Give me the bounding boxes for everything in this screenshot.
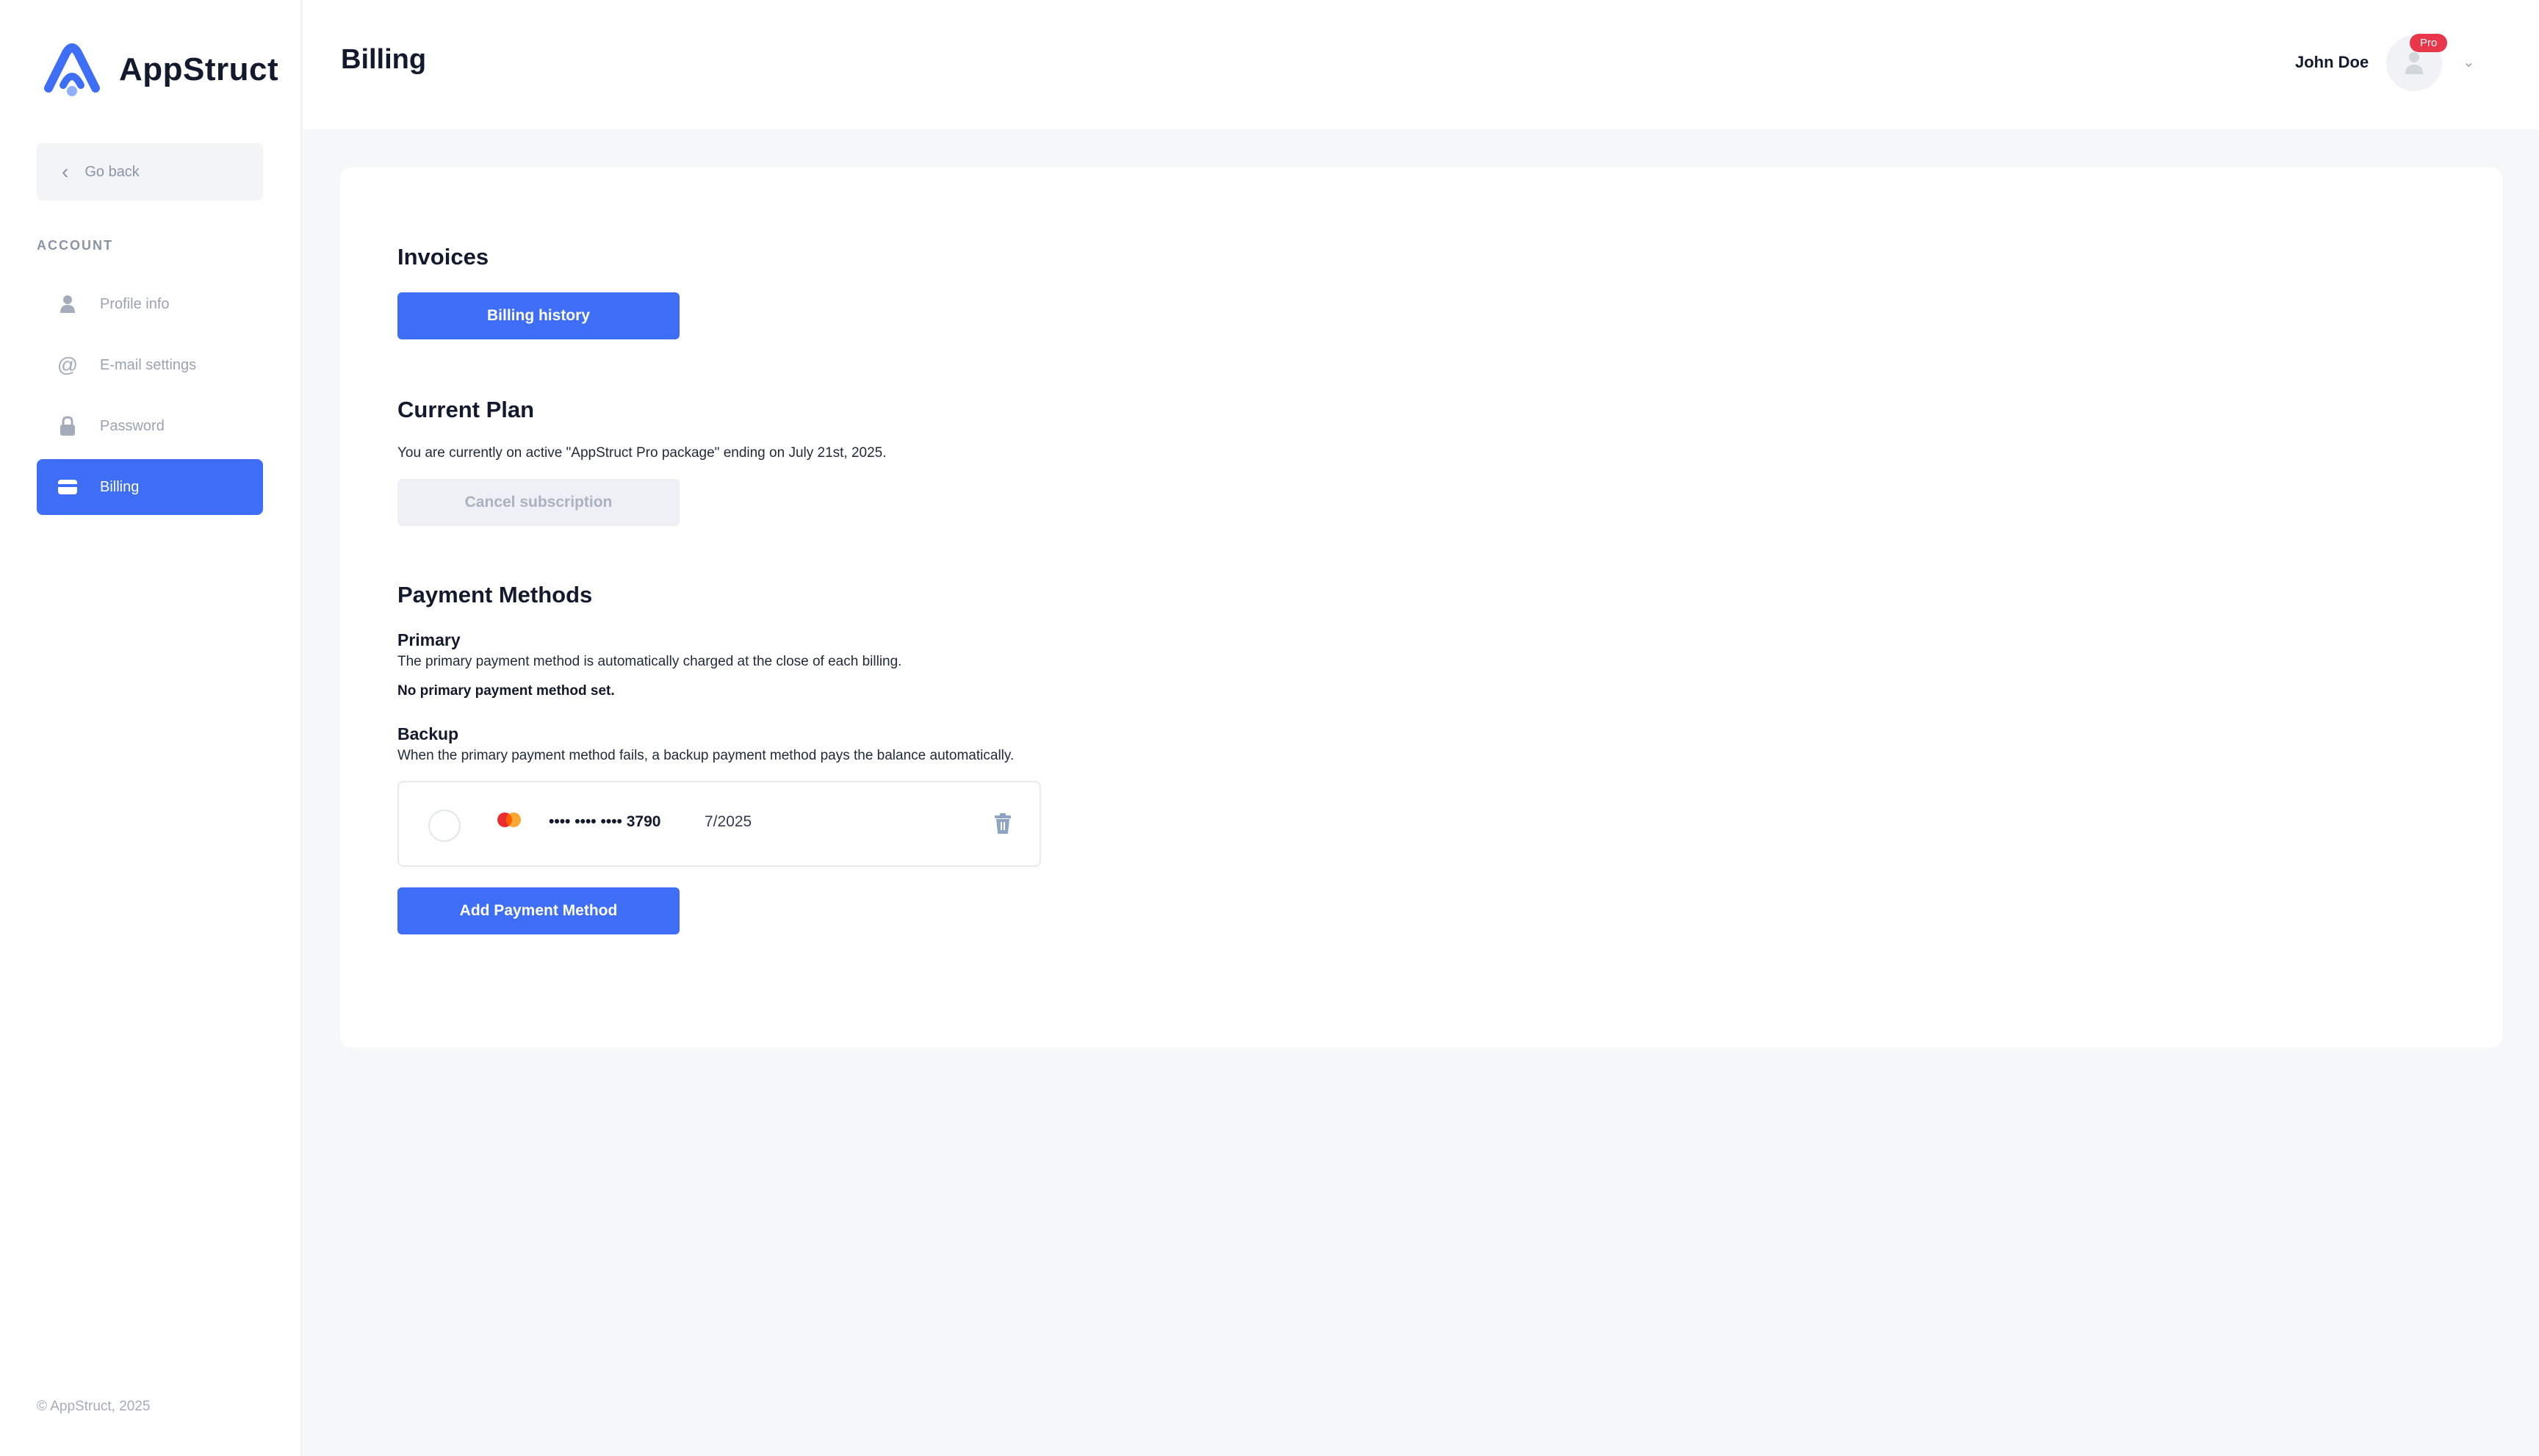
billing-card: Invoices Billing history Current Plan Yo… [340,167,2502,1048]
payment-methods-title: Payment Methods [397,582,593,608]
chevron-down-icon[interactable]: ⌄ [2463,53,2475,71]
payment-method-radio[interactable] [428,810,461,842]
go-back-label: Go back [84,163,140,180]
trash-icon[interactable] [991,810,1015,837]
backup-title: Backup [397,724,459,743]
mastercard-icon [494,810,524,829]
primary-title: Primary [397,630,461,649]
appstruct-logo-icon [44,43,100,96]
chevron-left-icon: ‹ [62,160,69,183]
current-plan-title: Current Plan [397,397,535,422]
card-number: •••• •••• •••• 3790 [549,813,661,830]
page-title: Billing [341,44,427,75]
primary-description: The primary payment method is automatica… [397,654,902,669]
sidebar-item-billing[interactable]: Billing [37,459,263,515]
no-primary-text: No primary payment method set. [397,683,615,699]
at-sign-icon: @ [57,353,79,376]
card-expiry: 7/2025 [705,813,752,830]
add-payment-method-button[interactable]: Add Payment Method [397,887,680,934]
sidebar-item-profile-info[interactable]: Profile info [37,276,263,332]
avatar-user-icon [2405,52,2423,74]
credit-card-icon [57,477,78,497]
pro-badge: Pro [2410,34,2448,52]
copyright-text: © AppStruct, 2025 [37,1399,151,1414]
app: AppStruct ‹ Go back ACCOUNT Profile info… [0,0,2539,1456]
sidebar-item-password[interactable]: Password [37,398,263,454]
go-back-button[interactable]: ‹ Go back [37,143,263,201]
sidebar-item-label: Profile info [100,295,170,312]
payment-method-row[interactable]: •••• •••• •••• 3790 7/2025 [397,781,1041,867]
lock-icon [57,416,78,436]
sidebar-item-label: Password [100,417,165,434]
user-icon [57,294,78,314]
sidebar-item-email-settings[interactable]: @ E-mail settings [37,337,263,393]
billing-history-button[interactable]: Billing history [397,292,680,339]
top-header: Billing John Doe Pro ⌄ [303,0,2539,129]
account-nav: Profile info @ E-mail settings Password … [37,276,263,520]
app-name: AppStruct [119,51,279,87]
sidebar-item-label: E-mail settings [100,356,197,373]
sidebar-item-label: Billing [100,478,140,495]
sidebar: AppStruct ‹ Go back ACCOUNT Profile info… [0,0,302,1456]
invoices-title: Invoices [397,244,489,270]
cancel-subscription-button[interactable]: Cancel subscription [397,479,680,526]
user-name[interactable]: John Doe [2295,53,2369,72]
current-plan-description: You are currently on active "AppStruct P… [397,445,887,461]
account-section-label: ACCOUNT [37,238,113,253]
backup-description: When the primary payment method fails, a… [397,748,1015,763]
logo[interactable]: AppStruct [41,41,278,98]
